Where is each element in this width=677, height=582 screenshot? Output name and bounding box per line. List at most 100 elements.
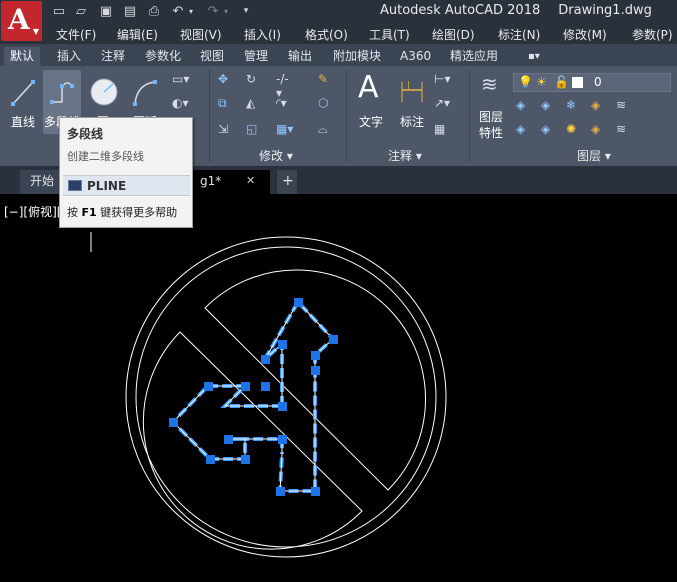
tab-output[interactable]: 输出 xyxy=(288,47,312,66)
panel-separator xyxy=(469,70,470,162)
tab-annotate[interactable]: 注释 xyxy=(101,47,125,66)
drawing-svg xyxy=(90,232,447,558)
fillet-icon[interactable]: ◜▾ xyxy=(276,96,294,112)
menu-edit[interactable]: 编辑(E) xyxy=(117,26,158,43)
layer-state-icon[interactable]: ≋ xyxy=(616,98,634,114)
text-button[interactable]: A 文字 xyxy=(352,70,390,134)
circle-icon xyxy=(90,78,118,106)
save-icon[interactable]: ▣ xyxy=(98,3,114,20)
print-icon[interactable]: ⎙ xyxy=(146,3,162,20)
menu-file[interactable]: 文件(F) xyxy=(56,26,96,43)
layer-isolate-icon[interactable]: ◈ xyxy=(541,98,559,114)
menu-parameters[interactable]: 参数(P) xyxy=(632,26,673,43)
drawing-canvas[interactable]: [−][俯视][ xyxy=(0,194,677,582)
modify-panel-title[interactable]: 修改 ▾ xyxy=(259,147,293,164)
customize-qat-icon[interactable]: ▾ xyxy=(240,3,252,20)
ribbon-tab-bar: 默认 插入 注释 参数化 视图 管理 输出 附加模块 A360 精选应用 ▪▾ xyxy=(0,44,677,66)
menu-modify[interactable]: 修改(M) xyxy=(563,26,607,43)
app-name: Autodesk AutoCAD 2018 xyxy=(380,3,541,18)
layer-properties-label-line2: 特性 xyxy=(479,126,504,140)
layer-properties-button[interactable]: ≋ 图层 特性 xyxy=(474,70,510,140)
layer-freeze-icon[interactable]: ❄ xyxy=(566,98,584,114)
layer-unlock-icon[interactable]: ◈ xyxy=(591,122,609,138)
polyline-icon xyxy=(50,82,74,104)
panel-separator xyxy=(346,70,347,162)
make-current-icon[interactable]: ◈ xyxy=(516,122,534,138)
saveas-icon[interactable]: ▤ xyxy=(122,3,138,20)
layer-off-icon[interactable]: ◈ xyxy=(516,98,534,114)
color-swatch-icon xyxy=(572,77,583,88)
menu-dimension[interactable]: 标注(N) xyxy=(498,26,540,43)
arc-icon xyxy=(133,80,157,106)
menu-insert[interactable]: 插入(I) xyxy=(244,26,281,43)
new-tab-button[interactable]: + xyxy=(277,170,297,194)
tab-featured-apps[interactable]: 精选应用 xyxy=(450,47,498,66)
text-label: 文字 xyxy=(358,115,383,129)
ribbon-toggle-icon[interactable]: ▪▾ xyxy=(528,47,540,66)
tab-start[interactable]: 开始 xyxy=(20,170,60,194)
layer-dropdown[interactable]: 💡 ☀ 🔓 0 xyxy=(513,73,671,92)
tab-insert[interactable]: 插入 xyxy=(57,47,81,66)
explode-icon[interactable]: ⬡ xyxy=(318,96,336,112)
rotate-icon[interactable]: ↻ xyxy=(246,72,264,88)
stretch-icon[interactable]: ⇲ xyxy=(218,122,236,138)
middle-ring xyxy=(135,246,437,548)
current-layer-name: 0 xyxy=(594,75,602,89)
grip-points[interactable] xyxy=(169,298,338,496)
line-button[interactable]: 直线 xyxy=(4,70,42,134)
help-suffix: 键获得更多帮助 xyxy=(100,206,178,219)
menu-tools[interactable]: 工具(T) xyxy=(369,26,410,43)
scale-icon[interactable]: ◱ xyxy=(246,122,264,138)
new-icon[interactable]: ▭ xyxy=(51,3,67,20)
move-icon[interactable]: ✥ xyxy=(218,72,236,88)
menu-view[interactable]: 视图(V) xyxy=(180,26,222,43)
table-icon[interactable]: ▦ xyxy=(434,122,452,138)
dimension-button[interactable]: | 标注 xyxy=(393,70,431,134)
tab-view[interactable]: 视图 xyxy=(200,47,224,66)
tooltip-command-row: PLINE xyxy=(63,175,190,196)
leader-icon[interactable]: ↗▾ xyxy=(434,96,452,112)
line-label: 直线 xyxy=(10,115,35,129)
rectangle-icon[interactable]: ▭▾ xyxy=(172,72,190,88)
match-layer-icon[interactable]: ◈ xyxy=(541,122,559,138)
command-line-icon xyxy=(68,180,82,191)
help-key: F1 xyxy=(81,206,97,219)
linear-dim-icon[interactable]: ⊢▾ xyxy=(434,72,452,88)
erase-icon[interactable]: ✎ xyxy=(318,72,336,88)
close-icon[interactable]: ✕ xyxy=(246,170,255,192)
layer-stack-icon: ≋ xyxy=(481,72,498,96)
mirror-icon[interactable]: ◭ xyxy=(246,96,264,112)
layers-panel-title[interactable]: 图层 ▾ xyxy=(577,147,611,164)
layer-lock-icon[interactable]: ◈ xyxy=(591,98,609,114)
layer-walk-icon[interactable]: ≋ xyxy=(616,122,634,138)
outer-ring xyxy=(125,236,447,558)
menu-format[interactable]: 格式(O) xyxy=(305,26,348,43)
layer-properties-label-line1: 图层 xyxy=(479,110,504,124)
redo-dropdown-icon: ▾ xyxy=(223,7,228,16)
undo-dropdown-icon[interactable]: ▾ xyxy=(186,3,196,20)
lightbulb-icon: 💡 xyxy=(518,75,533,89)
menu-draw[interactable]: 绘图(D) xyxy=(432,26,475,43)
offset-icon[interactable]: ⌓ xyxy=(318,122,336,138)
tooltip-help: 按 F1 键获得更多帮助 xyxy=(67,204,177,220)
undo-icon[interactable]: ↶ xyxy=(170,3,186,20)
tab-addins[interactable]: 附加模块 xyxy=(333,47,381,66)
array-icon[interactable]: ▦▾ xyxy=(276,122,294,138)
tab-manage[interactable]: 管理 xyxy=(244,47,268,66)
trim-icon[interactable]: -/-▾ xyxy=(276,72,294,100)
copy-icon[interactable]: ⧉ xyxy=(218,96,236,112)
sun-icon: ☀ xyxy=(536,75,547,89)
hatch-icon[interactable]: ◐▾ xyxy=(172,96,190,112)
plus-icon: + xyxy=(282,173,294,189)
layer-thaw-icon[interactable]: ✺ xyxy=(566,122,584,138)
annotation-panel-title[interactable]: 注释 ▾ xyxy=(388,147,422,164)
application-menu-button[interactable]: A ▼ xyxy=(1,1,42,41)
tooltip-description: 创建二维多段线 xyxy=(67,150,144,163)
open-icon[interactable]: ▱ xyxy=(73,3,89,20)
tab-start-label: 开始 xyxy=(30,174,55,188)
selected-arrow-polylines[interactable] xyxy=(170,298,336,493)
tab-parametric[interactable]: 参数化 xyxy=(145,47,181,66)
tooltip-title: 多段线 xyxy=(67,127,104,141)
tab-home[interactable]: 默认 xyxy=(4,47,41,66)
tab-a360[interactable]: A360 xyxy=(400,47,431,66)
